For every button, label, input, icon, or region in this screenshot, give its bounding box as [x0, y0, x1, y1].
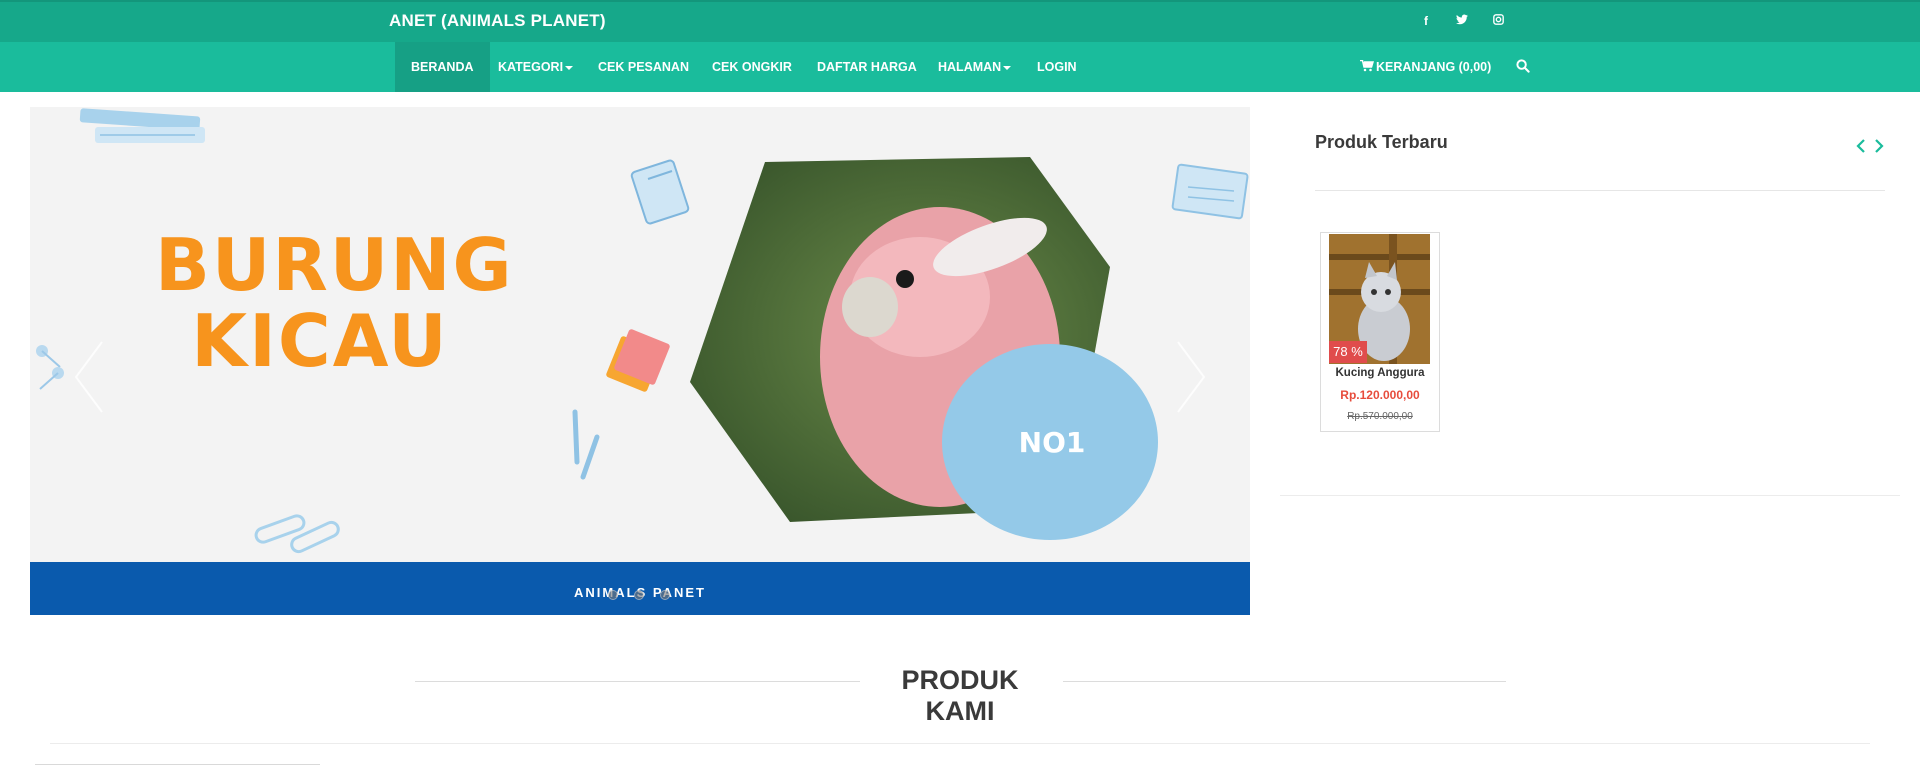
widget-prev-icon[interactable]: [1855, 138, 1867, 154]
nav-label: DAFTAR HARGA: [817, 60, 917, 74]
cart-icon: [1360, 60, 1374, 72]
carousel-dot-3[interactable]: [660, 590, 670, 600]
product-image[interactable]: 78 %: [1329, 234, 1430, 364]
pencils-decoration: [572, 409, 600, 480]
facebook-icon[interactable]: f: [1418, 14, 1434, 28]
carousel-next-icon[interactable]: [1170, 337, 1210, 417]
widget-divider: [1315, 190, 1885, 191]
slide-title-line1: BURUNG: [155, 223, 514, 307]
nav-label: CEK PESANAN: [598, 60, 689, 74]
slide-badge: NO1: [1019, 426, 1086, 459]
caret-down-icon: [565, 65, 574, 70]
widget-next-icon[interactable]: [1873, 138, 1885, 154]
section-divider: [50, 743, 1870, 744]
pins-decoration: [36, 345, 64, 390]
slide-title: BURUNG KICAU: [155, 223, 514, 383]
parrot-image: NO1: [690, 157, 1158, 540]
caret-down-icon: [1003, 65, 1012, 70]
product-price: Rp.120.000,00: [1340, 388, 1420, 402]
section-title: PRODUK KAMI: [901, 665, 1019, 726]
nav-label: BERANDA: [411, 60, 474, 74]
nav-label: KATEGORI: [498, 60, 564, 74]
section-rule-right: [1063, 681, 1506, 682]
instagram-icon[interactable]: [1490, 14, 1506, 28]
content-divider: [35, 764, 320, 765]
cart-link[interactable]: KERANJANG (0,00): [1360, 42, 1491, 92]
cart-label: KERANJANG (0,00): [1376, 60, 1492, 74]
nav-halaman[interactable]: HALAMAN: [938, 42, 1012, 92]
nav-cek-ongkir[interactable]: CEK ONGKIR: [712, 42, 792, 92]
widget-bottom-divider: [1280, 495, 1900, 496]
widget-title: Produk Terbaru: [1315, 132, 1448, 152]
nav-login[interactable]: LOGIN: [1037, 42, 1077, 92]
top-bar: ANET (ANIMALS PLANET) f: [0, 0, 1920, 42]
product-card[interactable]: 78 % Kucing Anggura Rp.120.000,00 Rp.570…: [1320, 232, 1440, 432]
nav-kategori[interactable]: KATEGORI: [498, 42, 574, 92]
notebook-decoration: [630, 159, 690, 225]
twitter-icon[interactable]: [1454, 14, 1470, 28]
books-decoration: [79, 108, 205, 143]
paperclips-decoration: [254, 514, 340, 554]
nav-label: CEK ONGKIR: [712, 60, 792, 74]
search-icon[interactable]: [1516, 59, 1530, 73]
nav-daftar-harga[interactable]: DAFTAR HARGA: [817, 42, 917, 92]
carousel-prev-icon[interactable]: [70, 337, 110, 417]
product-old-price: Rp.570.000,00: [1347, 411, 1413, 422]
nav-beranda[interactable]: BERANDA: [395, 42, 490, 92]
sticky-notes-decoration: [606, 329, 670, 392]
paper-decoration: [1171, 163, 1249, 220]
section-rule-left: [415, 681, 860, 682]
slide-title-line2: KICAU: [191, 299, 449, 383]
main-nav: BERANDA KATEGORI CEK PESANAN CEK ONGKIR …: [0, 42, 1920, 92]
site-brand[interactable]: ANET (ANIMALS PLANET): [389, 11, 606, 31]
nav-label: LOGIN: [1037, 60, 1077, 74]
product-name[interactable]: Kucing Anggura: [1321, 367, 1439, 379]
discount-badge: 78 %: [1329, 341, 1367, 363]
carousel-dot-2[interactable]: [634, 590, 644, 600]
carousel-dot-1[interactable]: [608, 590, 618, 600]
hero-carousel[interactable]: BURUNG KICAU NO1 ANIMALS PANET: [30, 107, 1250, 615]
nav-label: HALAMAN: [938, 60, 1002, 74]
nav-cek-pesanan[interactable]: CEK PESANAN: [598, 42, 689, 92]
